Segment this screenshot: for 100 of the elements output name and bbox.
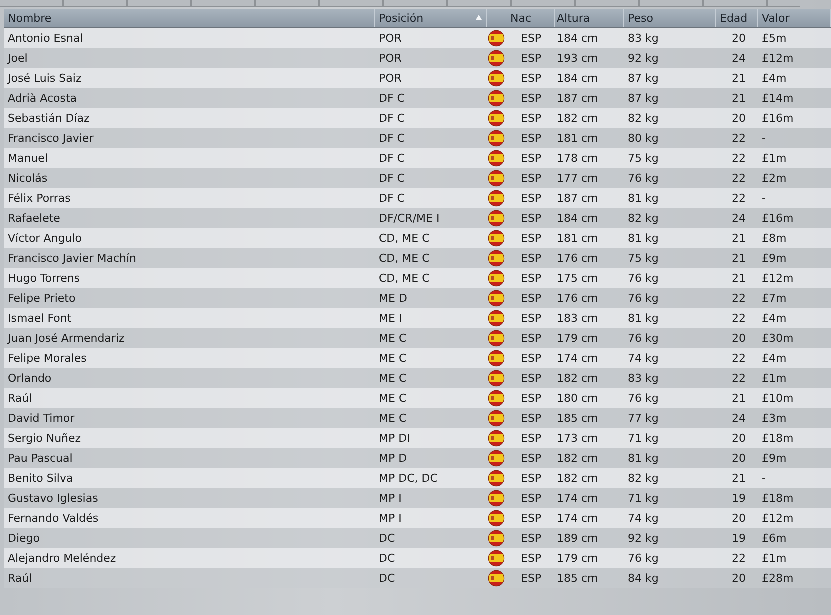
height-cell-text: 187 cm <box>556 192 600 204</box>
player-name[interactable]: Alejandro Meléndez <box>4 552 375 564</box>
player-name[interactable]: Gustavo Iglesias <box>4 492 375 504</box>
player-name[interactable]: David Timor <box>4 412 375 424</box>
position-cell-text: DF C <box>378 192 406 204</box>
flag-icon <box>488 230 505 246</box>
value-cell-text: £4m <box>761 72 788 84</box>
nationality-code: ESP <box>521 412 542 424</box>
weight-cell-text: 82 kg <box>627 472 660 484</box>
position-cell-text: CD, ME C <box>378 252 431 264</box>
value-cell-text: £1m <box>761 552 788 564</box>
player-name[interactable]: Benito Silva <box>4 472 375 484</box>
age-cell-text: 24 <box>731 412 747 424</box>
nationality-code: ESP <box>521 512 542 524</box>
player-name[interactable]: Víctor Angulo <box>4 232 375 244</box>
player-name[interactable]: Nicolás <box>4 172 375 184</box>
flag-icon <box>488 90 505 106</box>
position-cell-text: POR <box>378 52 403 64</box>
column-header[interactable]: Edad <box>716 9 758 27</box>
nationality-code: ESP <box>521 92 542 104</box>
player-name[interactable]: Sebastián Díaz <box>4 112 375 124</box>
age-cell-text: 20 <box>731 432 747 444</box>
position-cell-text: DF C <box>378 152 406 164</box>
weight-cell-text: 81 kg <box>627 192 660 204</box>
position-cell-text: DC <box>378 552 396 564</box>
value-cell-text: £10m <box>761 392 795 404</box>
nationality-code: ESP <box>521 272 542 284</box>
age-cell-text: 20 <box>731 572 747 584</box>
flag-icon <box>488 50 505 66</box>
age-cell-text: 19 <box>731 492 747 504</box>
nationality-code: ESP <box>521 72 542 84</box>
height-cell-text: 182 cm <box>556 472 600 484</box>
weight-cell-text: 71 kg <box>627 492 660 504</box>
nationality-code: ESP <box>521 132 542 144</box>
height-cell-text: 174 cm <box>556 492 600 504</box>
weight-cell-text: 81 kg <box>627 232 660 244</box>
player-name[interactable]: Rafaelete <box>4 212 375 224</box>
height-cell-text: 173 cm <box>556 432 600 444</box>
player-name[interactable]: Francisco Javier Machín <box>4 252 375 264</box>
player-name[interactable]: Ismael Font <box>4 312 375 324</box>
height-cell-text: 178 cm <box>556 152 600 164</box>
flag-icon <box>488 570 505 586</box>
weight-cell-text: 76 kg <box>627 172 660 184</box>
weight-cell-text: 87 kg <box>627 92 660 104</box>
player-name[interactable]: Fernando Valdés <box>4 512 375 524</box>
position-cell-text: POR <box>378 72 403 84</box>
nationality-code: ESP <box>521 372 542 384</box>
player-name[interactable]: Sergio Nuñez <box>4 432 375 444</box>
column-header[interactable]: Altura <box>555 9 624 27</box>
height-cell-text: 184 cm <box>556 212 600 224</box>
player-name[interactable]: Pau Pascual <box>4 452 375 464</box>
player-name[interactable]: Orlando <box>4 372 375 384</box>
player-name[interactable]: Antonio Esnal <box>4 32 375 44</box>
flag-icon <box>488 270 505 286</box>
flag-icon <box>488 510 505 526</box>
column-header[interactable]: Valor <box>758 9 831 27</box>
player-name[interactable]: Hugo Torrens <box>4 272 375 284</box>
player-name[interactable]: Juan José Armendariz <box>4 332 375 344</box>
position-cell-text: POR <box>378 32 403 44</box>
player-name[interactable]: Raúl <box>4 572 375 584</box>
column-header[interactable]: Nac <box>487 9 555 27</box>
player-name[interactable]: José Luis Saiz <box>4 72 375 84</box>
nationality-code: ESP <box>521 452 542 464</box>
nationality-code: ESP <box>521 212 542 224</box>
value-cell-text: - <box>761 132 767 144</box>
player-name[interactable]: Joel <box>4 52 375 64</box>
height-cell-text: 175 cm <box>556 272 600 284</box>
player-name[interactable]: Felipe Morales <box>4 352 375 364</box>
age-cell-text: 20 <box>731 32 747 44</box>
column-header[interactable]: Nombre <box>4 9 375 27</box>
height-cell-text: 193 cm <box>556 52 600 64</box>
value-cell-text: £5m <box>761 32 788 44</box>
value-cell-text: £3m <box>761 412 788 424</box>
nationality-code: ESP <box>521 492 542 504</box>
nationality-code: ESP <box>521 392 542 404</box>
value-cell-text: £12m <box>761 512 795 524</box>
height-cell-text: 174 cm <box>556 512 600 524</box>
value-cell-text: £16m <box>761 212 795 224</box>
value-cell-text: £7m <box>761 292 788 304</box>
player-name[interactable]: Diego <box>4 532 375 544</box>
column-header[interactable]: Peso <box>624 9 716 27</box>
player-name[interactable]: Adrià Acosta <box>4 92 375 104</box>
height-cell-text: 181 cm <box>556 232 600 244</box>
weight-cell-text: 82 kg <box>627 212 660 224</box>
position-cell-text: DC <box>378 532 396 544</box>
column-header[interactable]: Posición <box>375 9 487 27</box>
nationality-code: ESP <box>521 432 542 444</box>
flag-icon <box>488 350 505 366</box>
player-name[interactable]: Manuel <box>4 152 375 164</box>
position-cell-text: DF C <box>378 92 406 104</box>
value-cell-text: £4m <box>761 312 788 324</box>
nationality-code: ESP <box>521 252 542 264</box>
player-name[interactable]: Felipe Prieto <box>4 292 375 304</box>
weight-cell-text: 84 kg <box>627 572 660 584</box>
position-cell-text: ME C <box>378 332 408 344</box>
height-cell-text: 181 cm <box>556 132 600 144</box>
player-name[interactable]: Félix Porras <box>4 192 375 204</box>
player-name[interactable]: Francisco Javier <box>4 132 375 144</box>
player-name[interactable]: Raúl <box>4 392 375 404</box>
position-cell-text: MP I <box>378 512 403 524</box>
